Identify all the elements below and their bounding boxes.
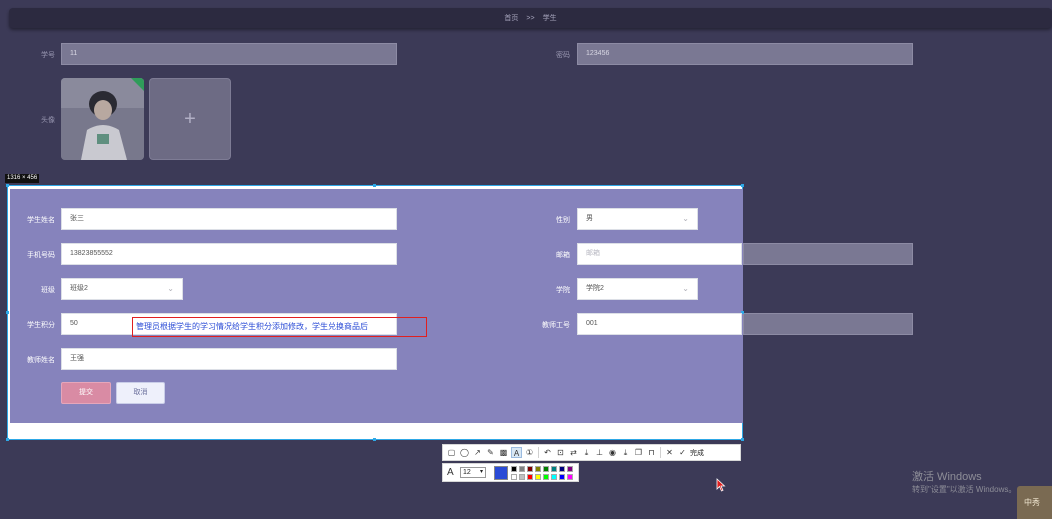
gender-select[interactable]: 男 ⌄ [577,208,698,230]
teacher-no-label: 教师工号 [542,322,570,329]
color-swatch[interactable] [535,474,541,480]
teacher-name-label: 教师姓名 [27,357,55,364]
ocr-icon[interactable]: ⊡ [555,447,566,458]
font-icon: A [447,467,454,478]
font-size-select[interactable]: 12 ▾ [460,467,486,478]
phone-field[interactable]: 13823855552 [61,243,397,265]
teacher-no-field[interactable]: 001 [577,313,742,335]
teacher-name-field[interactable]: 王强 [61,348,397,370]
student-id-label: 学号 [41,52,55,59]
chevron-down-icon: ⌄ [167,284,174,293]
college-value: 学院2 [586,285,604,292]
dropdown-arrow-icon: ▾ [479,469,483,475]
copy-icon[interactable]: ❐ [633,447,644,458]
save-icon[interactable]: ⊓ [646,447,657,458]
college-label: 学院 [556,287,570,294]
phone-label: 手机号码 [27,252,55,259]
check-icon[interactable]: ✓ [677,447,688,458]
record-icon[interactable]: ◉ [607,447,618,458]
gender-label: 性别 [556,217,570,224]
corner-badge-text: 中秀 [1024,498,1040,507]
activation-watermark-title: 激活 Windows [912,471,982,483]
text-style-bar: A 12 ▾ [442,463,579,482]
snip-toolbar: ▢ ◯ ↗ ✎ ▩ A ① ↶ ⊡ ⇄ ⤓ ⊥ ◉ ⤓ ❐ ⊓ ✕ ✓ 完成 [442,444,741,461]
breadcrumb-home[interactable]: 首页 [504,13,518,23]
points-label: 学生积分 [27,322,55,329]
resize-handle-t[interactable] [373,184,376,187]
color-swatch[interactable] [551,474,557,480]
color-swatch[interactable] [543,466,549,472]
avatar-label: 头像 [41,117,55,124]
breadcrumb-separator: >> [526,14,535,22]
color-swatch[interactable] [511,466,517,472]
color-swatch[interactable] [519,466,525,472]
color-swatch[interactable] [551,466,557,472]
class-label: 班级 [41,287,55,294]
chevron-down-icon: ⌄ [682,284,689,293]
mouse-cursor-icon [716,478,726,492]
password-field[interactable]: 123456 [577,43,913,65]
translate-icon[interactable]: ⇄ [568,447,579,458]
current-color-swatch[interactable] [494,466,508,480]
ellipse-icon[interactable]: ◯ [459,447,470,458]
cancel-button[interactable]: 取消 [116,382,165,404]
color-swatch[interactable] [527,474,533,480]
activation-watermark-subtitle: 转到"设置"以激活 Windows。 [912,485,1017,494]
color-swatch[interactable] [559,466,565,472]
color-swatch[interactable] [567,466,573,472]
teacher-no-field-bg [743,313,913,335]
corner-badge[interactable]: 中秀 [1017,486,1052,519]
breadcrumb-current: 学生 [542,15,557,22]
scroll-capture-icon[interactable]: ⤓ [581,447,592,458]
color-swatch[interactable] [567,474,573,480]
color-swatch[interactable] [519,474,525,480]
font-size-value: 12 [463,469,471,476]
breadcrumb: 首页 >> 学生 [9,8,1052,28]
arrow-icon[interactable]: ↗ [472,447,483,458]
email-field-bg [743,243,913,265]
serial-number-icon[interactable]: ① [524,447,535,458]
download-icon[interactable]: ⤓ [620,447,631,458]
text-annotation-box[interactable]: 管理员根据学生的学习情况给学生积分添加修改，学生兑换商品后 [132,317,427,337]
student-id-field[interactable]: 11 [61,43,397,65]
pen-icon[interactable]: ✎ [485,447,496,458]
email-field[interactable]: 邮箱 [577,243,742,265]
toolbar-divider [660,447,661,458]
password-label: 密码 [556,52,570,59]
close-icon[interactable]: ✕ [664,447,675,458]
color-swatch[interactable] [511,474,517,480]
mosaic-icon[interactable]: ▩ [498,447,509,458]
submit-button[interactable]: 提交 [61,382,111,404]
resize-handle-tr[interactable] [741,184,744,187]
color-swatch[interactable] [559,474,565,480]
class-value: 班级2 [70,285,88,292]
avatar-upload-button[interactable]: + [149,78,231,160]
capture-size-badge: 1316 × 456 [5,174,40,183]
email-label: 邮箱 [556,252,570,259]
gender-value: 男 [586,215,593,222]
done-button[interactable]: 完成 [690,448,704,458]
resize-handle-br[interactable] [741,438,744,441]
resize-handle-bl[interactable] [6,438,9,441]
college-select[interactable]: 学院2 ⌄ [577,278,698,300]
rectangle-icon[interactable]: ▢ [446,447,457,458]
color-swatch[interactable] [535,466,541,472]
text-icon[interactable]: A [511,447,522,458]
avatar-photo [61,78,144,160]
color-swatch[interactable] [543,474,549,480]
color-swatch[interactable] [527,466,533,472]
name-label: 学生姓名 [27,217,55,224]
name-field[interactable]: 张三 [61,208,397,230]
pin-icon[interactable]: ⊥ [594,447,605,458]
chevron-down-icon: ⌄ [682,214,689,223]
resize-handle-tl[interactable] [6,184,9,187]
toolbar-divider [538,447,539,458]
undo-icon[interactable]: ↶ [542,447,553,458]
plus-icon: + [184,107,196,130]
resize-handle-l[interactable] [6,311,9,314]
avatar[interactable] [61,78,144,160]
resize-handle-b[interactable] [373,438,376,441]
class-select[interactable]: 班级2 ⌄ [61,278,183,300]
